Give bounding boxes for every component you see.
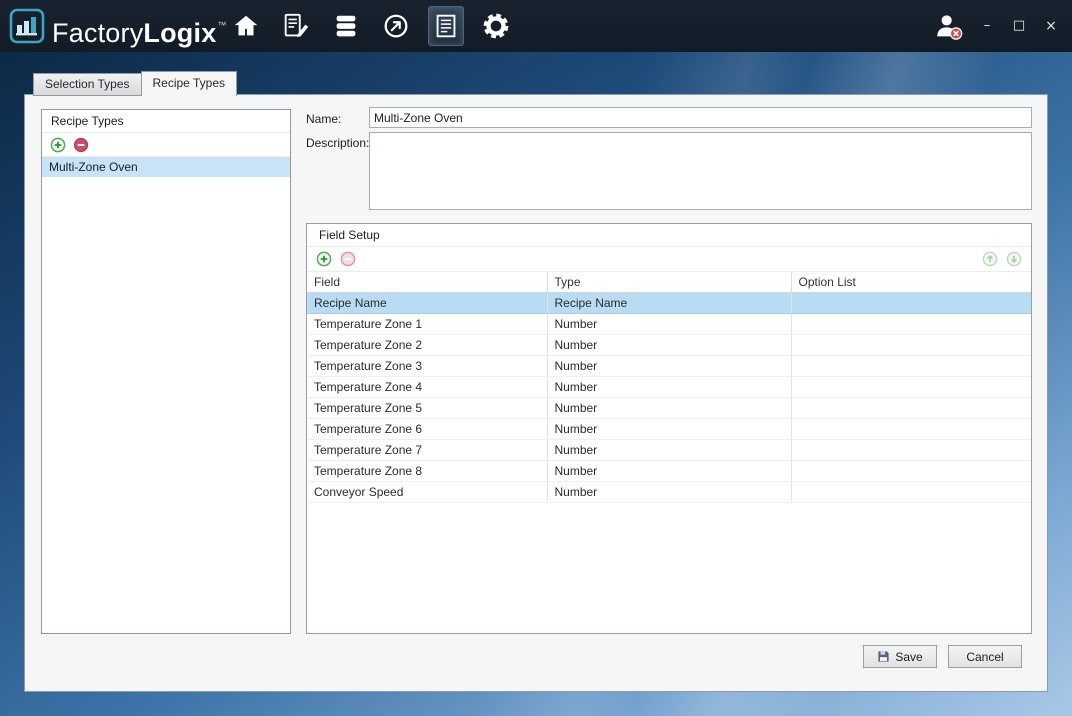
field-table-body: Recipe NameRecipe NameTemperature Zone 1… [307, 293, 1031, 503]
field-setup-group: Field Setup [306, 223, 1032, 634]
field-table-row[interactable]: Temperature Zone 1Number [307, 314, 1031, 335]
field-cell-type: Number [547, 398, 791, 419]
field-table: Field Type Option List Recipe NameRecipe… [307, 272, 1031, 503]
field-cell-type: Number [547, 461, 791, 482]
nav-materials-stack-icon[interactable] [328, 6, 364, 46]
field-cell-type: Number [547, 335, 791, 356]
field-cell-field: Recipe Name [307, 293, 547, 314]
field-cell-field: Conveyor Speed [307, 482, 547, 503]
field-cell-field: Temperature Zone 6 [307, 419, 547, 440]
nav-settings-gear-icon[interactable] [478, 6, 514, 46]
minimize-button[interactable]: – [976, 15, 998, 37]
trademark: ™ [217, 20, 226, 30]
field-cell-type: Number [547, 377, 791, 398]
titlebar: FactoryLogix™ [0, 0, 1072, 52]
field-cell-option-list [791, 419, 1031, 440]
field-cell-option-list [791, 335, 1031, 356]
tab-strip: Selection Types Recipe Types [33, 71, 237, 96]
field-table-row[interactable]: Temperature Zone 3Number [307, 356, 1031, 377]
app-title: FactoryLogix™ [52, 0, 227, 52]
close-button[interactable]: × [1040, 15, 1062, 37]
field-cell-type: Recipe Name [547, 293, 791, 314]
field-cell-type: Number [547, 440, 791, 461]
move-field-up-button[interactable] [982, 251, 998, 267]
field-cell-option-list [791, 398, 1031, 419]
name-label: Name: [306, 112, 341, 126]
field-table-header-row: Field Type Option List [307, 272, 1031, 293]
recipe-types-page: Recipe Types Multi-Zone Oven Name: Descr… [24, 94, 1048, 692]
field-table-row[interactable]: Temperature Zone 8Number [307, 461, 1031, 482]
description-input[interactable] [369, 132, 1032, 210]
field-cell-type: Number [547, 419, 791, 440]
field-setup-title: Field Setup [307, 224, 1031, 247]
column-header-type[interactable]: Type [547, 272, 791, 293]
field-table-row[interactable]: Conveyor SpeedNumber [307, 482, 1031, 503]
description-label: Description: [306, 136, 369, 150]
field-table-row[interactable]: Recipe NameRecipe Name [307, 293, 1031, 314]
cancel-button[interactable]: Cancel [948, 645, 1022, 668]
field-cell-option-list [791, 314, 1031, 335]
save-button[interactable]: Save [863, 645, 937, 668]
nav-data-entry-icon[interactable] [278, 6, 314, 46]
field-cell-option-list [791, 482, 1031, 503]
field-cell-field: Temperature Zone 2 [307, 335, 547, 356]
field-cell-field: Temperature Zone 5 [307, 398, 547, 419]
recipe-types-listbox: Recipe Types Multi-Zone Oven [41, 109, 291, 634]
user-account-icon[interactable] [934, 11, 966, 41]
recipe-types-toolbar [42, 133, 290, 157]
add-recipe-type-button[interactable] [50, 137, 66, 153]
field-cell-option-list [791, 461, 1031, 482]
field-cell-field: Temperature Zone 3 [307, 356, 547, 377]
main-nav [228, 0, 514, 52]
remove-recipe-type-button[interactable] [73, 137, 89, 153]
recipe-type-item[interactable]: Multi-Zone Oven [42, 157, 290, 177]
field-cell-field: Temperature Zone 8 [307, 461, 547, 482]
field-cell-option-list [791, 377, 1031, 398]
save-floppy-icon [877, 650, 890, 663]
field-cell-field: Temperature Zone 1 [307, 314, 547, 335]
move-field-down-button[interactable] [1006, 251, 1022, 267]
name-input[interactable] [369, 107, 1032, 128]
workspace-background: Selection Types Recipe Types Recipe Type… [0, 52, 1072, 716]
field-cell-option-list [791, 440, 1031, 461]
tab-selection-types[interactable]: Selection Types [33, 73, 141, 96]
factorylogix-logo-icon [9, 6, 45, 46]
field-cell-option-list [791, 293, 1031, 314]
brand-regular: Factory [52, 18, 143, 48]
field-cell-option-list [791, 356, 1031, 377]
field-table-row[interactable]: Temperature Zone 5Number [307, 398, 1031, 419]
field-cell-type: Number [547, 356, 791, 377]
column-header-option-list[interactable]: Option List [791, 272, 1031, 293]
brand-bold: Logix [143, 18, 216, 48]
add-field-button[interactable] [316, 251, 332, 267]
field-cell-type: Number [547, 314, 791, 335]
save-button-label: Save [895, 650, 922, 664]
column-header-field[interactable]: Field [307, 272, 547, 293]
field-table-row[interactable]: Temperature Zone 2Number [307, 335, 1031, 356]
field-cell-type: Number [547, 482, 791, 503]
nav-document-templates-icon[interactable] [428, 6, 464, 46]
field-table-row[interactable]: Temperature Zone 4Number [307, 377, 1031, 398]
tab-recipe-types[interactable]: Recipe Types [141, 71, 238, 96]
recipe-type-list-items: Multi-Zone Oven [42, 157, 290, 177]
recipe-types-list-title: Recipe Types [42, 110, 290, 133]
field-setup-toolbar [307, 247, 1031, 272]
field-table-row[interactable]: Temperature Zone 7Number [307, 440, 1031, 461]
field-table-row[interactable]: Temperature Zone 6Number [307, 419, 1031, 440]
field-cell-field: Temperature Zone 4 [307, 377, 547, 398]
nav-dispatch-compass-icon[interactable] [378, 6, 414, 46]
nav-home-icon[interactable] [228, 6, 264, 46]
maximize-button[interactable]: □ [1008, 15, 1030, 37]
cancel-button-label: Cancel [966, 650, 1003, 664]
app-window: FactoryLogix™ [0, 0, 1072, 716]
remove-field-button[interactable] [340, 251, 356, 267]
field-cell-field: Temperature Zone 7 [307, 440, 547, 461]
titlebar-right: – □ × [934, 0, 1062, 52]
